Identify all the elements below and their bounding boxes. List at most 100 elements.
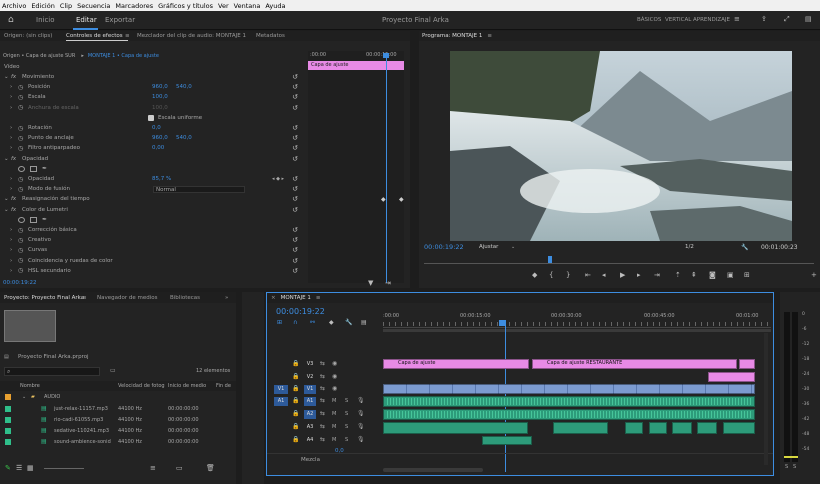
export-icon[interactable]: ⇥ (385, 279, 391, 287)
timeline-settings-icon[interactable]: 🔧 (345, 319, 352, 326)
stopwatch-icon[interactable]: ◷ (18, 186, 23, 193)
pencil-icon[interactable]: ✎ (5, 464, 11, 472)
expand-chevron-icon[interactable]: › (10, 186, 12, 192)
reset-icon[interactable]: ↺ (292, 185, 298, 193)
camera-icon[interactable]: ◙ (709, 271, 716, 279)
zoom-slider[interactable] (44, 468, 84, 469)
track-target-a4[interactable]: A4 (304, 436, 316, 445)
mini-playhead[interactable] (386, 55, 387, 283)
go-to-out-icon[interactable]: ⇥ (654, 271, 660, 279)
sync-lock-icon[interactable]: ⇆ (320, 410, 325, 417)
stopwatch-icon[interactable]: ◷ (18, 84, 23, 91)
rectangle-mask-icon[interactable] (30, 165, 37, 172)
effect-value-2[interactable]: 540,0 (176, 135, 192, 141)
mark-in-icon[interactable]: { (549, 271, 553, 279)
compare-icon[interactable]: ▣ (727, 271, 734, 279)
expand-chevron-icon[interactable]: › (10, 125, 12, 131)
track-target-v3[interactable]: V3 (304, 360, 316, 369)
stopwatch-icon[interactable]: ◷ (18, 176, 23, 183)
sequence-tab[interactable]: MONTAJE 1 (281, 295, 311, 301)
solo-left-button[interactable]: S (785, 464, 788, 470)
sync-lock-icon[interactable]: ⇆ (320, 360, 325, 367)
lock-icon[interactable]: 🔒 (292, 410, 299, 417)
sync-lock-icon[interactable]: ⇆ (320, 397, 325, 404)
mute-button[interactable]: M (332, 411, 336, 417)
mute-button[interactable]: M (332, 437, 336, 443)
list-view-icon[interactable]: ☰ (16, 464, 22, 472)
project-search-input[interactable]: ⌕ (4, 367, 100, 376)
effect-row[interactable]: › ◷ Anchura de escala 100,0 ↺ (0, 103, 302, 113)
effect-row[interactable]: › ◷ HSL secundario ↺ (0, 266, 302, 276)
fullscreen-icon[interactable]: ⤢ (784, 15, 790, 24)
expand-chevron-icon[interactable]: ⌄ (4, 156, 9, 162)
solo-button[interactable]: S (345, 398, 348, 404)
effect-value-2[interactable]: 540,0 (176, 84, 192, 90)
lock-icon[interactable]: 🔒 (292, 423, 299, 430)
master-volume[interactable]: 0,0 (335, 448, 344, 454)
effect-row[interactable]: › ◷ Escala 100,0 ↺ (0, 92, 302, 102)
track-target-a1[interactable]: A1 (304, 397, 316, 406)
reset-icon[interactable]: ↺ (292, 206, 298, 214)
reset-icon[interactable]: ↺ (292, 226, 298, 234)
sync-lock-icon[interactable]: ⇆ (320, 436, 325, 443)
linked-selection-icon[interactable]: ⚯ (310, 319, 315, 326)
close-sequence-icon[interactable]: × (271, 295, 276, 301)
tab-navegador[interactable]: Navegador de medios (97, 295, 157, 301)
filter-icon[interactable]: ▼ (368, 279, 373, 287)
step-forward-icon[interactable]: ▸ (637, 271, 641, 279)
new-bin-icon[interactable]: ▭ (110, 367, 116, 374)
stopwatch-icon[interactable]: ◷ (18, 145, 23, 152)
project-item-row[interactable]: ▤ rio-cadi-61055.mp3 44100 Hz 00:00:00:00 (0, 415, 236, 425)
blend-mode-dropdown[interactable]: Normal (153, 185, 245, 193)
clip-audio-a3-5[interactable] (672, 422, 692, 434)
delete-icon[interactable]: 🗑 (206, 464, 215, 472)
stopwatch-icon[interactable]: ◷ (18, 227, 23, 234)
expand-chevron-icon[interactable]: › (10, 94, 12, 100)
more-panels-icon[interactable]: » (225, 295, 228, 301)
col-nombre[interactable]: Nombre (20, 383, 40, 389)
eye-icon[interactable]: ◉ (332, 385, 337, 392)
mini-clip[interactable]: Capa de ajuste (308, 61, 404, 70)
reset-icon[interactable]: ↺ (292, 104, 298, 112)
effect-row[interactable]: › ◷ Punto de anclaje 960,0 540,0 ↺ (0, 133, 302, 143)
menu-ayuda[interactable]: Ayuda (265, 2, 285, 10)
clip-capa-ajuste-v3[interactable]: Capa de ajuste (383, 359, 529, 369)
col-velocidad[interactable]: Velocidad de fotog (118, 383, 165, 389)
reset-icon[interactable]: ↺ (292, 246, 298, 254)
expand-chevron-icon[interactable]: › (10, 135, 12, 141)
timeline-timecode[interactable]: 00:00:19:22 (276, 307, 325, 316)
effect-row[interactable]: Escala uniforme (0, 113, 302, 123)
tab-mezclador[interactable]: Mezclador del clip de audio: MONTAJE 1 (137, 33, 246, 39)
program-timecode[interactable]: 00:00:19:22 (424, 243, 464, 251)
play-icon[interactable]: ▶ (620, 271, 625, 279)
checkbox-uniform-scale[interactable] (148, 114, 154, 121)
stopwatch-icon[interactable]: ◷ (18, 104, 23, 111)
col-inicio[interactable]: Inicio de medio (168, 383, 206, 389)
stopwatch-icon[interactable]: ◷ (18, 135, 23, 142)
reset-icon[interactable]: ↺ (292, 267, 298, 275)
menu-graficos[interactable]: Gráficos y títulos (158, 2, 213, 10)
add-marker-icon[interactable]: ◆ (329, 319, 334, 326)
track-target-a3[interactable]: A3 (304, 423, 316, 432)
effect-row[interactable]: ✒ (0, 164, 302, 174)
effect-value-1[interactable]: 0,0 (152, 125, 161, 131)
tab-proyecto[interactable]: Proyecto: Proyecto Final Arka (4, 295, 84, 301)
expand-chevron-icon[interactable]: › (10, 176, 12, 182)
sort-icon[interactable]: ≡ (150, 464, 156, 472)
project-item-row[interactable]: ▤ sedative-110241.mp3 44100 Hz 00:00:00:00 (0, 426, 236, 436)
reset-icon[interactable]: ↺ (292, 195, 298, 203)
expand-chevron-icon[interactable]: ⌄ (4, 207, 9, 213)
home-icon[interactable]: ⌂ (8, 15, 14, 25)
mini-playhead-handle[interactable] (383, 53, 389, 58)
project-item-row[interactable]: ▤ just-relax-11157.mp3 44100 Hz 00:00:00:00 (0, 404, 236, 414)
reset-icon[interactable]: ↺ (292, 73, 298, 81)
clip-audio-a3-3[interactable] (625, 422, 643, 434)
sync-lock-icon[interactable]: ⇆ (320, 423, 325, 430)
effect-value-1[interactable]: 100,0 (152, 105, 168, 111)
ellipse-mask-icon[interactable] (18, 165, 25, 172)
reset-icon[interactable]: ↺ (292, 175, 298, 183)
program-menu-icon[interactable]: ≡ (487, 33, 492, 39)
stopwatch-icon[interactable]: ◷ (18, 125, 23, 132)
source-patch-a1[interactable]: A1 (274, 397, 288, 406)
tab-editar[interactable]: Editar (76, 16, 97, 24)
